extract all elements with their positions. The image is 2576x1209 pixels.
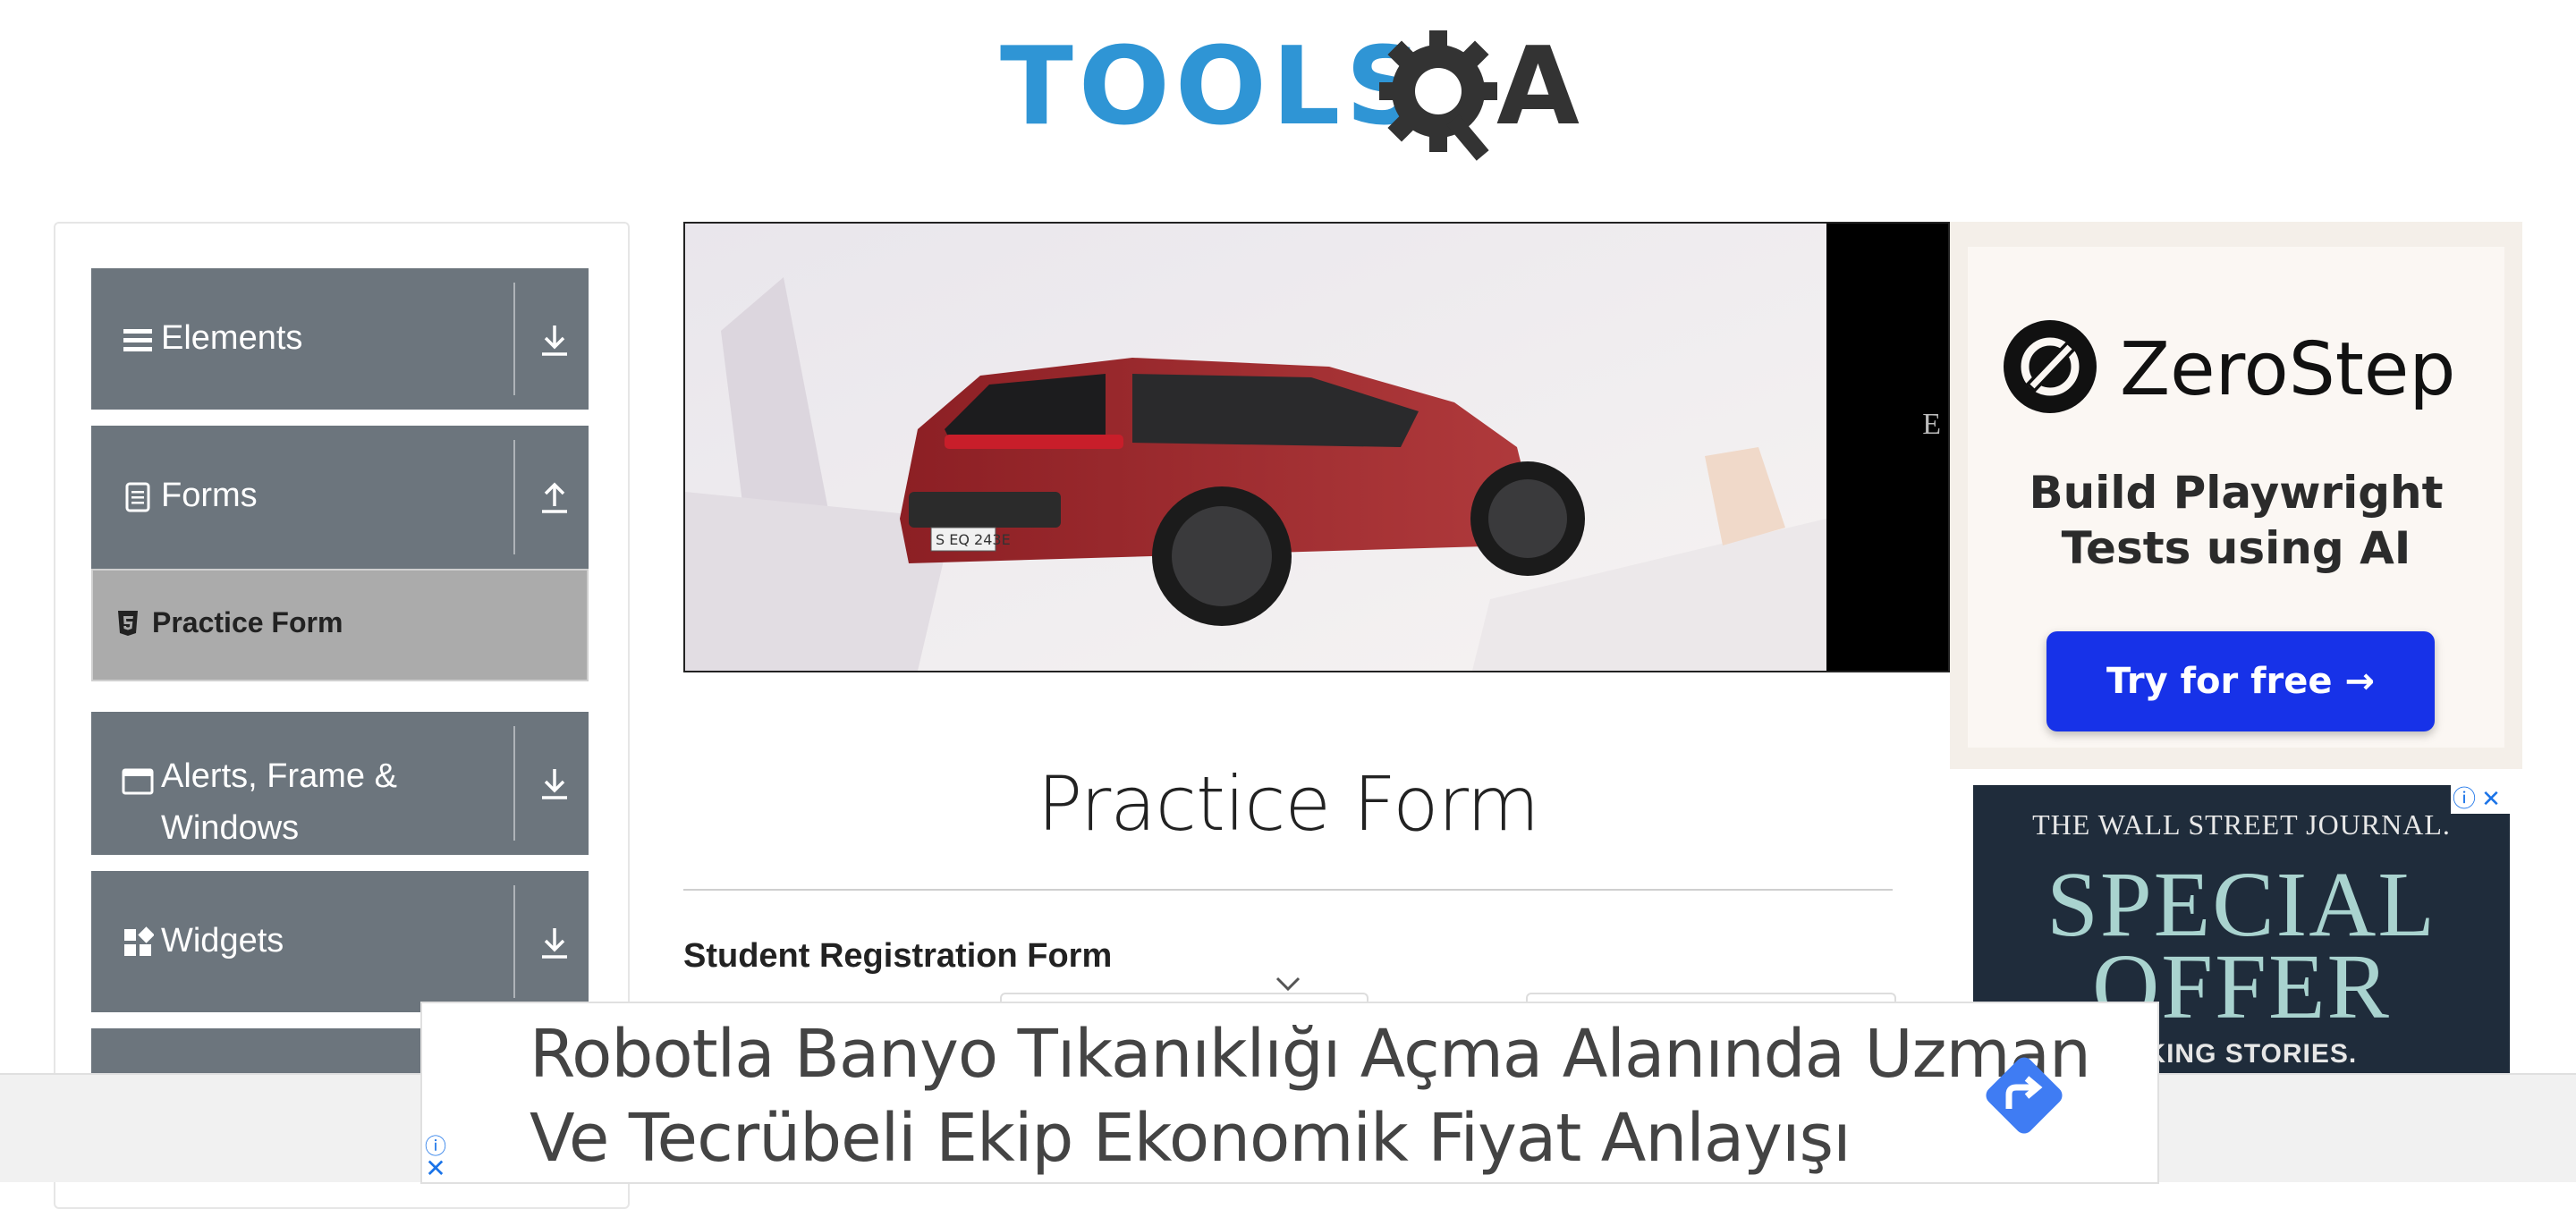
zerostep-logo-icon <box>2004 320 2097 413</box>
bottom-anchor-ad[interactable]: Robotla Banyo Tıkanıklığı Açma Alanında … <box>420 1002 2159 1184</box>
tagline-line1: Build Playwright <box>2029 467 2444 519</box>
wsj-brand: THE WALL STREET JOURNAL. <box>2032 808 2451 841</box>
divider <box>513 440 515 554</box>
sidebar-group-forms[interactable]: Forms <box>91 426 589 569</box>
sidebar-group-alerts-frame-windows[interactable]: Alerts, Frame & Windows <box>91 712 589 855</box>
ad-info-icon[interactable]: ⓘ <box>422 1129 449 1159</box>
browser-window-icon <box>122 768 154 795</box>
sidebar-group-widgets[interactable]: Widgets <box>91 871 589 1012</box>
form-subtitle: Student Registration Form <box>683 937 1113 975</box>
offer-line1: SPECIAL <box>2046 853 2436 956</box>
hamburger-icon <box>123 329 152 351</box>
upload-arrow-icon[interactable] <box>535 478 574 517</box>
logo-letter-a: A <box>1496 25 1580 149</box>
zerostep-tagline: Build Playwright Tests using AI <box>1950 465 2522 576</box>
sidebar-group-elements[interactable]: Elements <box>91 268 589 410</box>
document-icon <box>125 482 150 512</box>
toolsqa-logo[interactable]: TOOLS A <box>1000 27 1581 161</box>
ad-info-icon[interactable]: ⓘ <box>2451 785 2478 812</box>
html5-icon <box>118 611 138 636</box>
car-banner-ad[interactable]: S EQ 243E E <box>683 222 1950 672</box>
widgets-icon <box>124 926 154 956</box>
zerostep-ad[interactable]: ZeroStep Build Playwright Tests using AI… <box>1950 222 2522 769</box>
sidebar-group-label: Forms <box>161 477 258 514</box>
download-arrow-icon[interactable] <box>535 923 574 962</box>
tagline-line2: Tests using AI <box>2061 522 2411 574</box>
divider <box>683 889 1893 891</box>
logo-text: TOOLS <box>1000 25 1428 149</box>
divider <box>513 885 515 998</box>
ad-close-icon[interactable]: ✕ <box>422 1154 449 1182</box>
zerostep-brand: ZeroStep <box>2120 327 2456 412</box>
try-for-free-button[interactable]: Try for free → <box>2046 631 2435 731</box>
sidebar-item-label: Practice Form <box>152 606 343 638</box>
page-title: Practice Form <box>1037 760 1540 848</box>
license-plate: S EQ 243E <box>936 531 1011 548</box>
download-arrow-icon[interactable] <box>535 764 574 803</box>
ad-line1: Robotla Banyo Tıkanıklığı Açma Alanında … <box>530 1016 2091 1093</box>
sidebar-item-practice-form[interactable]: Practice Form <box>91 569 589 681</box>
ad-edge-letter: E <box>1922 408 1941 441</box>
ad-controls: ⓘ ✕ <box>2451 785 2510 814</box>
chevron-down-icon[interactable] <box>1274 973 1302 994</box>
sidebar-group-label-line2: Windows <box>161 809 300 847</box>
directions-arrow-icon[interactable] <box>1975 1046 2073 1145</box>
sidebar-group-label: Widgets <box>161 922 284 960</box>
divider <box>513 726 515 841</box>
divider <box>513 283 515 395</box>
sidebar-group-label: Elements <box>161 319 303 357</box>
car-ad-image: S EQ 243E <box>685 224 1826 671</box>
ad-close-icon[interactable]: ✕ <box>2478 785 2504 812</box>
sidebar-group-label-line1: Alerts, Frame & <box>161 757 397 795</box>
bottom-ad-text: Robotla Banyo Tıkanıklığı Açma Alanında … <box>530 1012 2091 1180</box>
ad-line2: Ve Tecrübeli Ekip Ekonomik Fiyat Anlayış… <box>530 1100 1852 1177</box>
download-arrow-icon[interactable] <box>535 320 574 359</box>
